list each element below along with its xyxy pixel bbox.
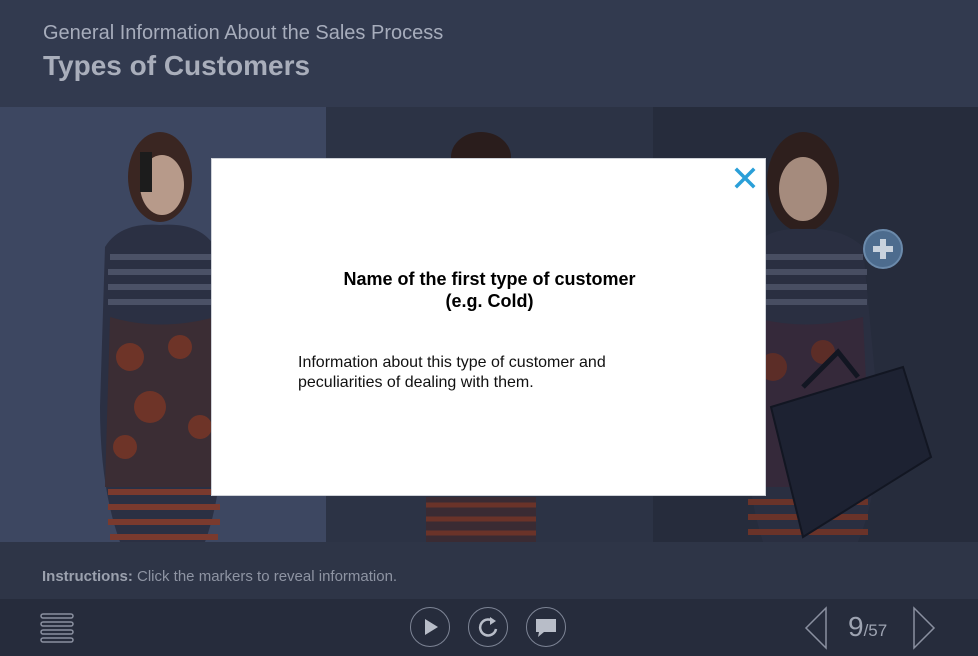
slide-player: General Information About the Sales Proc… bbox=[0, 0, 978, 656]
menu-icon bbox=[40, 613, 74, 643]
chat-icon bbox=[536, 619, 556, 637]
page-counter: 9/57 bbox=[848, 611, 887, 643]
slide-title: Types of Customers bbox=[43, 50, 311, 81]
popup-heading-line2: (e.g. Cold) bbox=[445, 291, 534, 311]
info-marker[interactable] bbox=[863, 229, 903, 269]
close-button[interactable] bbox=[733, 166, 757, 190]
popup-heading-line1: Name of the first type of customer bbox=[343, 269, 636, 289]
slide-subtitle: General Information About the Sales Proc… bbox=[43, 22, 444, 44]
popup-heading: Name of the first type of customer (e.g.… bbox=[212, 268, 767, 312]
replay-button[interactable] bbox=[468, 607, 508, 647]
play-button[interactable] bbox=[410, 607, 450, 647]
chat-button[interactable] bbox=[526, 607, 566, 647]
plus-icon bbox=[873, 239, 893, 259]
instructions-label: Instructions: bbox=[42, 568, 133, 585]
slide-header: General Information About the Sales Proc… bbox=[0, 0, 978, 107]
total-pages: /57 bbox=[863, 621, 888, 640]
chevron-left-icon bbox=[804, 606, 827, 650]
chevron-right-icon bbox=[913, 606, 936, 650]
popup-body: Information about this type of customer … bbox=[298, 353, 658, 393]
info-popup: Name of the first type of customer (e.g.… bbox=[211, 158, 766, 496]
close-icon bbox=[734, 167, 756, 189]
next-slide-button[interactable] bbox=[911, 606, 937, 650]
instructions-content: Click the markers to reveal information. bbox=[132, 568, 398, 585]
menu-button[interactable] bbox=[40, 612, 74, 644]
prev-slide-button[interactable] bbox=[803, 606, 829, 650]
instructions-text: Instructions: Click the markers to revea… bbox=[42, 568, 397, 585]
popup-body-line2: peculiarities of dealing with them. bbox=[298, 374, 534, 391]
play-icon bbox=[425, 619, 438, 635]
popup-body-line1: Information about this type of customer … bbox=[298, 354, 606, 371]
current-page: 9 bbox=[848, 611, 864, 642]
replay-icon bbox=[478, 617, 498, 637]
